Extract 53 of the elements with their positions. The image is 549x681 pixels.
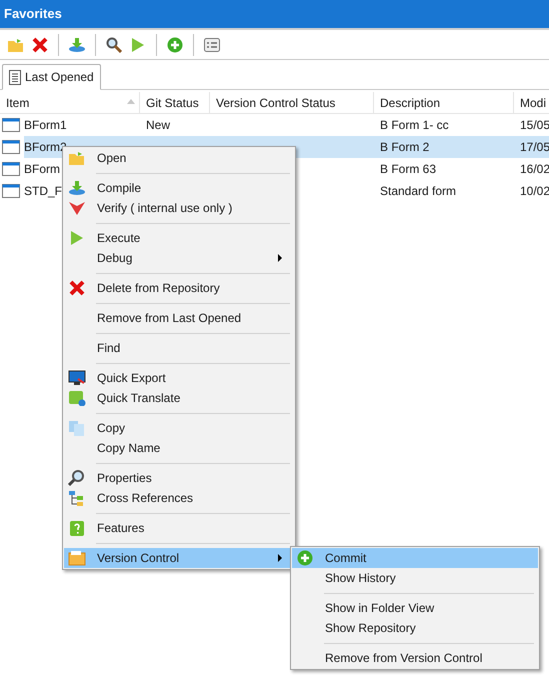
menu-item[interactable]: Verify ( internal use only ) (64, 198, 294, 218)
menu-item[interactable]: Show Repository (292, 618, 538, 638)
table-cell-text: BForm1 (24, 117, 67, 134)
help-icon (68, 520, 86, 536)
menu-item[interactable]: Commit (292, 548, 538, 568)
menu-item[interactable]: Show History (292, 568, 538, 588)
sort-arrow-icon (127, 99, 135, 104)
menu-item[interactable]: Properties (64, 468, 294, 488)
delete-icon (68, 280, 86, 296)
tab[interactable]: Last Opened (2, 64, 101, 90)
menu-item[interactable]: Compile (64, 178, 294, 198)
menu-item[interactable]: Copy (64, 418, 294, 438)
menu-item[interactable]: Quick Translate (64, 388, 294, 408)
menu-item[interactable]: Delete from Repository (64, 278, 294, 298)
table-cell-text: 16/02 (520, 161, 549, 178)
table-cell-text: STD_F (24, 183, 62, 200)
column-header[interactable]: Version Control Status (210, 92, 374, 113)
magnifier-icon (68, 470, 86, 486)
verify-icon (68, 200, 86, 216)
table-cell-text: 10/02 (520, 183, 549, 200)
open-folder-icon (68, 150, 86, 166)
menu-item[interactable]: Find (64, 338, 294, 358)
tree-icon (68, 490, 86, 506)
menu-item[interactable]: Quick Export (64, 368, 294, 388)
table-cell: B Form 2 (374, 136, 514, 158)
menu-item[interactable]: Features (64, 518, 294, 538)
menu-item[interactable]: Remove from Last Opened (64, 308, 294, 328)
table-cell-text: B Form 1- cc (380, 117, 449, 134)
column-header[interactable]: Git Status (140, 92, 210, 113)
search-icon[interactable] (104, 34, 124, 54)
menu-item[interactable]: Show in Folder View (292, 598, 538, 618)
add-icon (296, 550, 314, 566)
table-cell-text: New (146, 117, 170, 134)
column-header[interactable]: Description (374, 92, 514, 113)
window-title: Favorites (4, 5, 62, 24)
copy-icon (68, 420, 86, 436)
table-cell-text: BForm (24, 161, 60, 178)
add-icon[interactable] (165, 34, 185, 54)
column-header[interactable]: Modi (514, 92, 549, 113)
folder-icon (68, 550, 86, 566)
menu-item[interactable]: Cross References (64, 488, 294, 508)
menu-item[interactable]: Remove from Version Control (292, 648, 538, 668)
delete-icon[interactable] (30, 34, 50, 54)
column-header[interactable]: Item (0, 92, 140, 113)
menu-item[interactable]: Execute (64, 228, 294, 248)
monitor-icon (68, 370, 86, 386)
table-cell-text: Standard form (380, 183, 456, 200)
compile-icon (68, 180, 86, 196)
menu-item[interactable]: Debug (64, 248, 294, 268)
document-icon (9, 70, 21, 84)
translate-icon (68, 390, 86, 406)
menu-item[interactable]: Copy Name (64, 438, 294, 458)
table-cell-text: B Form 63 (380, 161, 436, 178)
